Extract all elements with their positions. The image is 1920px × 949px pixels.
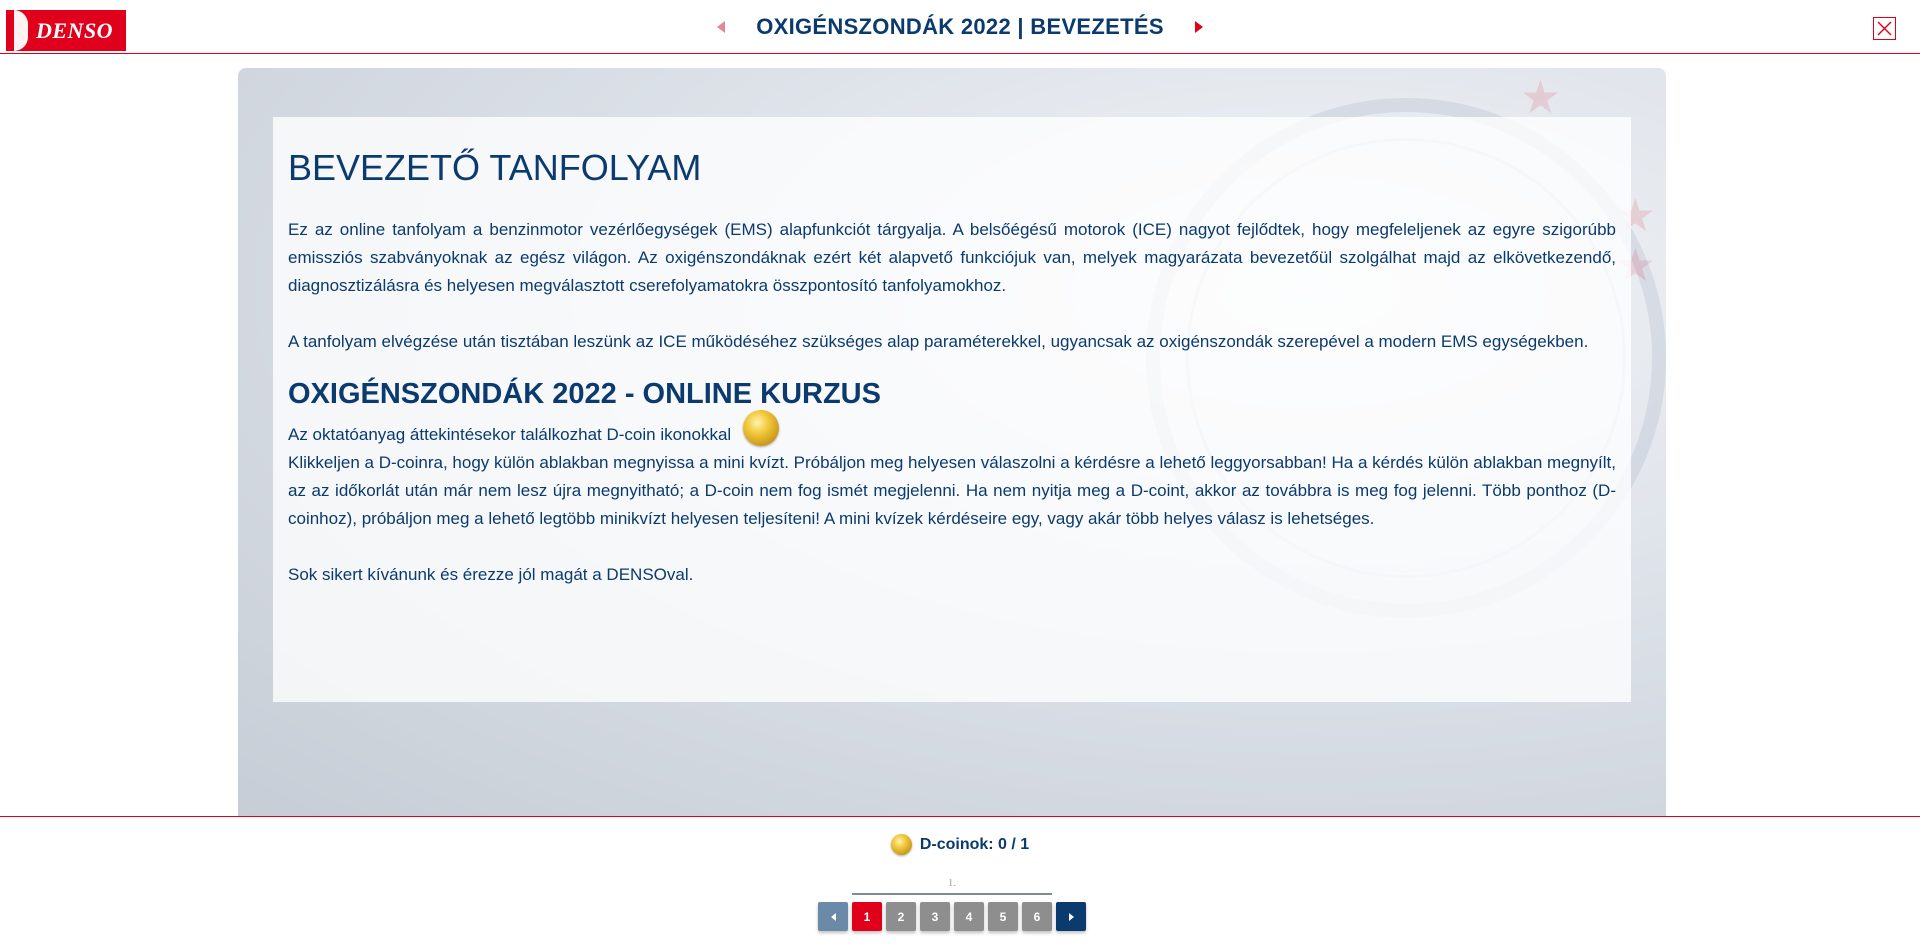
previous-page-button[interactable] <box>818 902 848 931</box>
bottom-bar: D-coinok: 0 / 1 1. 1 2 3 4 5 6 <box>0 816 1920 949</box>
next-page-button[interactable] <box>1056 902 1086 931</box>
content-stage: ★ ★ ★ BEVEZETŐ TANFOLYAM Ez az online ta… <box>238 68 1666 816</box>
caret-right-icon <box>1068 912 1074 921</box>
coin-intro-line: Az oktatóanyag áttekintésekor találkozha… <box>288 410 1616 449</box>
outcome-paragraph: A tanfolyam elvégzése után tisztában les… <box>288 332 1589 351</box>
d-coin-icon[interactable] <box>743 410 780 446</box>
caret-left-icon[interactable] <box>712 18 730 36</box>
d-coin-icon <box>890 834 912 855</box>
coin-instructions-paragraph: Klikkeljen a D-coinra, hogy külön ablakb… <box>288 453 1616 528</box>
close-icon <box>1877 21 1892 36</box>
background-star-icon: ★ <box>1519 71 1561 123</box>
page-heading: BEVEZETŐ TANFOLYAM <box>288 147 702 188</box>
course-subheading: OXIGÉNSZONDÁK 2022 - ONLINE KURZUS <box>288 378 881 410</box>
pagination: 1 2 3 4 5 6 <box>818 902 1086 931</box>
content-card: BEVEZETŐ TANFOLYAM Ez az online tanfolya… <box>273 117 1631 702</box>
coins-status-text: D-coinok: 0 / 1 <box>919 835 1030 853</box>
coin-intro-text: Az oktatóanyag áttekintésekor találkozha… <box>288 425 732 444</box>
section-label: 1. <box>947 877 957 889</box>
closing-paragraph: Sok sikert kívánunk és érezze jól magát … <box>288 565 694 584</box>
page-button-2[interactable]: 2 <box>886 902 916 931</box>
section-divider <box>852 893 1052 895</box>
title-bar: OXIGÉNSZONDÁK 2022 | BEVEZETÉS <box>0 0 1920 54</box>
close-button[interactable] <box>1873 17 1896 40</box>
coins-status: D-coinok: 0 / 1 <box>0 834 1920 855</box>
caret-right-icon[interactable] <box>1190 18 1208 36</box>
page-button-5[interactable]: 5 <box>988 902 1018 931</box>
page-button-4[interactable]: 4 <box>954 902 984 931</box>
top-bar: DENSO OXIGÉNSZONDÁK 2022 | BEVEZETÉS <box>0 0 1920 54</box>
caret-left-icon <box>830 912 836 921</box>
page-button-6[interactable]: 6 <box>1022 902 1052 931</box>
intro-paragraph: Ez az online tanfolyam a benzinmotor vez… <box>288 220 1616 295</box>
page-title: OXIGÉNSZONDÁK 2022 | BEVEZETÉS <box>756 14 1164 39</box>
page-button-3[interactable]: 3 <box>920 902 950 931</box>
page-button-1[interactable]: 1 <box>852 902 882 931</box>
